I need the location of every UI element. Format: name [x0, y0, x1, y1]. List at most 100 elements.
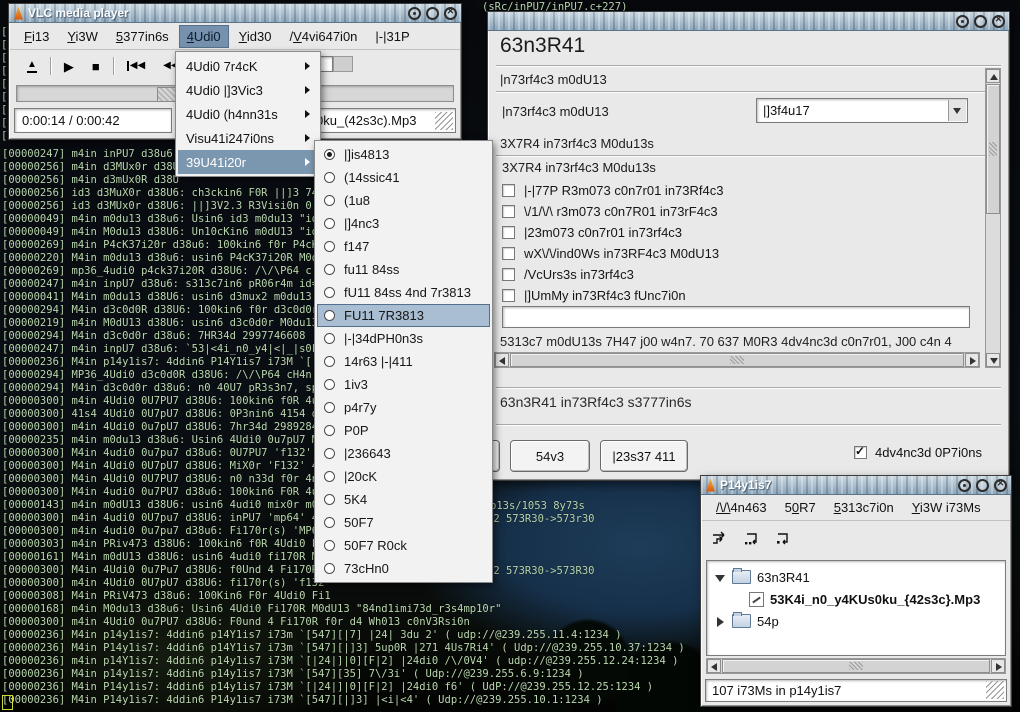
stop-icon[interactable]: ■: [92, 60, 100, 73]
close-button[interactable]: [444, 7, 457, 20]
checkbox-checked-icon[interactable]: [854, 446, 867, 459]
menubar-item[interactable]: 5377in6s: [108, 25, 177, 48]
minimize-button[interactable]: [408, 7, 421, 20]
menubar-item[interactable]: 50R7: [777, 496, 824, 519]
checkbox-row[interactable]: |]UmMy in73Rf4c3 fUnc7i0n: [502, 285, 723, 306]
shuffle-icon[interactable]: [707, 526, 733, 552]
save-button[interactable]: 54v3: [510, 440, 590, 472]
advanced-options-toggle[interactable]: 4dv4nc3d 0P7i0ns: [854, 445, 982, 460]
checkbox-row[interactable]: |-|77P R3m073 c0n7r01 in73Rf4c3: [502, 180, 723, 201]
menubar-item[interactable]: Yi3W: [59, 25, 106, 48]
menubar-item[interactable]: /V4vi647i0n: [281, 25, 365, 48]
equalizer-menu-item[interactable]: 73cHn0: [317, 557, 490, 580]
maximize-button[interactable]: [426, 7, 439, 20]
equalizer-item-label: |-|34dPH0n3s: [344, 331, 423, 346]
menubar-item[interactable]: Fi13: [16, 25, 57, 48]
close-button[interactable]: [992, 15, 1005, 28]
scroll-left-icon: [499, 357, 505, 365]
checkbox-row[interactable]: |23m073 c0n7r01 in73rf4c3: [502, 222, 723, 243]
menubar-item[interactable]: 4Udi0: [179, 25, 229, 48]
advanced-options-label: 4dv4nc3d 0P7i0ns: [875, 445, 982, 460]
horizontal-scrollbar[interactable]: [706, 658, 1006, 674]
equalizer-menu-item[interactable]: |]4nc3: [317, 212, 490, 235]
resize-grip-icon[interactable]: [986, 681, 1004, 699]
audio-menu-item[interactable]: 4Udi0 7r4cK: [178, 54, 318, 78]
checkbox-label: \/1/\/\ r3m073 c0n7R01 in73rF4c3: [524, 204, 718, 219]
audio-menu-popup: 4Udi0 7r4cK 4Udi0 |]3Vic3 4Udi0 (h4nn31s…: [175, 51, 321, 177]
equalizer-item-label: |]4nc3: [344, 216, 379, 231]
extra-modules-input[interactable]: [502, 306, 970, 328]
audio-menu-item[interactable]: Visu41i247i0ns: [178, 126, 318, 150]
horizontal-scrollbar[interactable]: [494, 352, 980, 368]
play-icon[interactable]: ▶: [64, 60, 74, 73]
menubar-item[interactable]: |-|31P: [367, 25, 417, 48]
equalizer-menu-item[interactable]: fU11 84ss 4nd 7r3813: [317, 281, 490, 304]
checkbox-icon[interactable]: [502, 247, 515, 260]
playlist-group-sap[interactable]: 54p: [707, 610, 1005, 632]
equalizer-menu-item[interactable]: 5K4: [317, 488, 490, 511]
equalizer-menu-item[interactable]: f147: [317, 235, 490, 258]
equalizer-menu-item[interactable]: 50F7 R0ck: [317, 534, 490, 557]
equalizer-menu-item[interactable]: P0P: [317, 419, 490, 442]
equalizer-menu-item[interactable]: p4r7y: [317, 396, 490, 419]
equalizer-menu-item[interactable]: FU11 7R3813: [317, 304, 490, 327]
menubar-item[interactable]: /\/\4n463: [708, 496, 775, 519]
checkbox-icon[interactable]: [502, 268, 515, 281]
playlist-item-current[interactable]: 53K4i_n0_y4KUs0ku_{42s3c}.Mp3: [707, 588, 1005, 610]
audio-menu-item[interactable]: 4Udi0 (h4nn31s: [178, 102, 318, 126]
expander-closed-icon[interactable]: [715, 617, 724, 626]
equalizer-menu-item[interactable]: fu11 84ss: [317, 258, 490, 281]
equalizer-menu-item[interactable]: |-|34dPH0n3s: [317, 327, 490, 350]
maximize-button[interactable]: [974, 15, 987, 28]
terminal-fragment-3: |2 573R30->573R30: [487, 565, 594, 578]
equalizer-item-label: 50F7 R0ck: [344, 538, 407, 553]
scroll-right-icon: [970, 357, 976, 365]
playlist-titlebar[interactable]: P14y1is7: [701, 476, 1011, 495]
checkbox-icon[interactable]: [502, 184, 515, 197]
minimize-button[interactable]: [958, 479, 971, 492]
close-button[interactable]: [994, 479, 1007, 492]
checkbox-row[interactable]: \/1/\/\ r3m073 c0n7R01 in73rF4c3: [502, 201, 723, 222]
checkbox-icon[interactable]: [502, 289, 515, 302]
chevron-down-icon[interactable]: [948, 100, 966, 121]
eject-icon[interactable]: ▲: [27, 60, 37, 73]
repeat-one-icon[interactable]: [769, 526, 795, 552]
menubar-item[interactable]: Yid30: [231, 25, 280, 48]
resize-grip-icon[interactable]: [435, 112, 453, 130]
checkbox-icon[interactable]: [502, 205, 515, 218]
playlist-group-general[interactable]: 63n3R41: [707, 566, 1005, 588]
vlc-cone-icon: [705, 479, 716, 492]
equalizer-menu-item[interactable]: (14ssic41: [317, 166, 490, 189]
vlc-window-title: VLC media player: [28, 6, 129, 20]
vlc-titlebar[interactable]: VLC media player: [9, 4, 461, 23]
equalizer-item-label: 1iv3: [344, 377, 368, 392]
equalizer-item-label: fu11 84ss: [344, 262, 399, 277]
terminal-fragment-2: |2 573R30->573r30: [487, 513, 594, 526]
minimize-button[interactable]: [956, 15, 969, 28]
checkbox-row[interactable]: wX\/\/ind0Ws in73RF4c3 M0dU13: [502, 243, 723, 264]
volume-slider-fill[interactable]: [333, 56, 353, 72]
checkbox-row[interactable]: /VcUrs3s in73rf4c3: [502, 264, 723, 285]
loop-all-icon[interactable]: [738, 526, 764, 552]
audio-menu-item[interactable]: 4Udi0 |]3Vic3: [178, 78, 318, 102]
equalizer-menu-item[interactable]: (1u8: [317, 189, 490, 212]
checkbox-icon[interactable]: [502, 226, 515, 239]
radio-icon: [324, 287, 335, 298]
audio-menu-item[interactable]: 39U41i20r: [178, 150, 318, 174]
equalizer-menu-item[interactable]: 14r63 |-|411: [317, 350, 490, 373]
radio-icon: [324, 356, 335, 367]
menubar-item[interactable]: Yi3W i73Ms: [904, 496, 989, 519]
vertical-scrollbar[interactable]: [985, 68, 1001, 368]
equalizer-menu-item[interactable]: |20cK: [317, 465, 490, 488]
reset-all-button[interactable]: |23s37 411: [600, 440, 688, 472]
menubar-item[interactable]: 5313c7i0n: [826, 496, 902, 519]
preferences-titlebar[interactable]: [488, 12, 1009, 31]
interface-module-dropdown[interactable]: |]3f4u17: [756, 98, 968, 123]
previous-track-icon[interactable]: ◀◀: [127, 61, 145, 71]
equalizer-menu-item[interactable]: 1iv3: [317, 373, 490, 396]
maximize-button[interactable]: [976, 479, 989, 492]
expander-open-icon[interactable]: [715, 573, 724, 582]
equalizer-menu-item[interactable]: 50F7: [317, 511, 490, 534]
equalizer-menu-item[interactable]: |]is4813: [317, 143, 490, 166]
equalizer-menu-item[interactable]: |236643: [317, 442, 490, 465]
